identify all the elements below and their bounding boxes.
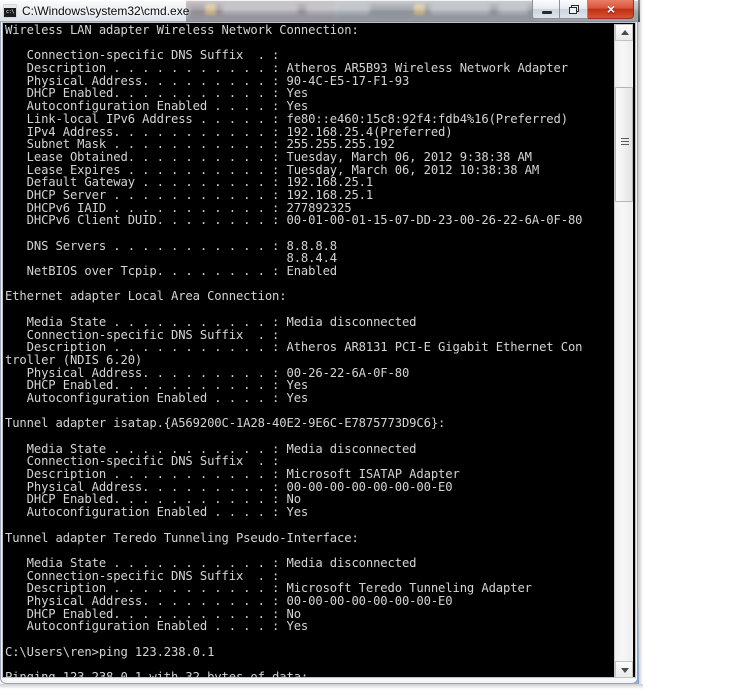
console-surface[interactable]: Wireless LAN adapter Wireless Network Co…	[2, 22, 636, 678]
console-frame: Wireless LAN adapter Wireless Network Co…	[0, 22, 638, 684]
console-line: DHCPv6 Client DUID. . . . . . . . : 00-0…	[5, 213, 583, 228]
console-line: Tunnel adapter Teredo Tunneling Pseudo-I…	[5, 530, 359, 545]
restore-icon	[569, 5, 579, 14]
console-line: Autoconfiguration Enabled . . . . : Yes	[5, 505, 309, 520]
scroll-down-button[interactable]	[615, 661, 633, 678]
window-right-shadow	[638, 0, 643, 684]
console-line: Physical Address. . . . . . . . . : 00-0…	[5, 593, 453, 608]
window-title: C:\Windows\system32\cmd.exe	[22, 4, 190, 18]
console-line: Pinging 123.238.0.1 with 32 bytes of dat…	[5, 670, 309, 678]
screen: c:\ C:\Windows\system32\cmd.exe × Wirele…	[0, 0, 750, 696]
chevron-down-icon	[621, 668, 629, 673]
console-line: Description . . . . . . . . . . . : Micr…	[5, 467, 460, 482]
console-output: Wireless LAN adapter Wireless Network Co…	[5, 24, 615, 678]
console-line: Wireless LAN adapter Wireless Network Co…	[5, 24, 359, 37]
console-line: Media State . . . . . . . . . . . : Medi…	[5, 555, 417, 570]
close-icon: ×	[606, 1, 616, 17]
console-line: Ethernet adapter Local Area Connection:	[5, 289, 287, 304]
console-line: Description . . . . . . . . . . . : Athe…	[5, 340, 583, 355]
cmd-icon-prompt-glyph: c:\	[6, 9, 15, 15]
cmd-icon-titlebar	[4, 5, 16, 8]
minimize-button[interactable]	[532, 0, 560, 19]
console-line: Description . . . . . . . . . . . : Athe…	[5, 61, 568, 76]
console-line: NetBIOS over Tcpip. . . . . . . . : Enab…	[5, 264, 338, 279]
scrollbar-grip-icon	[621, 138, 629, 145]
chevron-up-icon	[621, 30, 629, 35]
close-button[interactable]: ×	[588, 0, 634, 19]
restore-icon-front	[569, 7, 577, 14]
console-line: Subnet Mask . . . . . . . . . . . : 255.…	[5, 137, 395, 152]
titlebar[interactable]: c:\ C:\Windows\system32\cmd.exe ×	[0, 0, 638, 22]
console-line: Media State . . . . . . . . . . . : Medi…	[5, 314, 417, 329]
console-line: DHCP Server . . . . . . . . . . . : 192.…	[5, 187, 374, 202]
vertical-scrollbar[interactable]	[614, 24, 633, 678]
cmd-window: c:\ C:\Windows\system32\cmd.exe × Wirele…	[0, 0, 638, 684]
console-line: Tunnel adapter isatap.{A569200C-1A28-40E…	[5, 416, 446, 431]
console-line: Link-local IPv6 Address . . . . . : fe80…	[5, 111, 568, 126]
restore-button[interactable]	[560, 0, 588, 19]
window-bottom-shadow	[0, 684, 643, 689]
console-line: Lease Obtained. . . . . . . . . . : Tues…	[5, 149, 532, 164]
console-line: Autoconfiguration Enabled . . . . : Yes	[5, 619, 309, 634]
cmd-console-icon[interactable]: c:\	[3, 4, 17, 18]
console-line: Autoconfiguration Enabled . . . . : Yes	[5, 99, 309, 114]
minimize-icon	[542, 11, 552, 14]
scrollbar-thumb[interactable]	[615, 87, 633, 202]
window-controls: ×	[532, 0, 634, 20]
scroll-up-button[interactable]	[615, 24, 633, 41]
console-line: C:\Users\ren>ping 123.238.0.1	[5, 644, 215, 659]
console-line: troller (NDIS 6.20)	[5, 352, 143, 367]
console-line: Autoconfiguration Enabled . . . . : Yes	[5, 390, 309, 405]
